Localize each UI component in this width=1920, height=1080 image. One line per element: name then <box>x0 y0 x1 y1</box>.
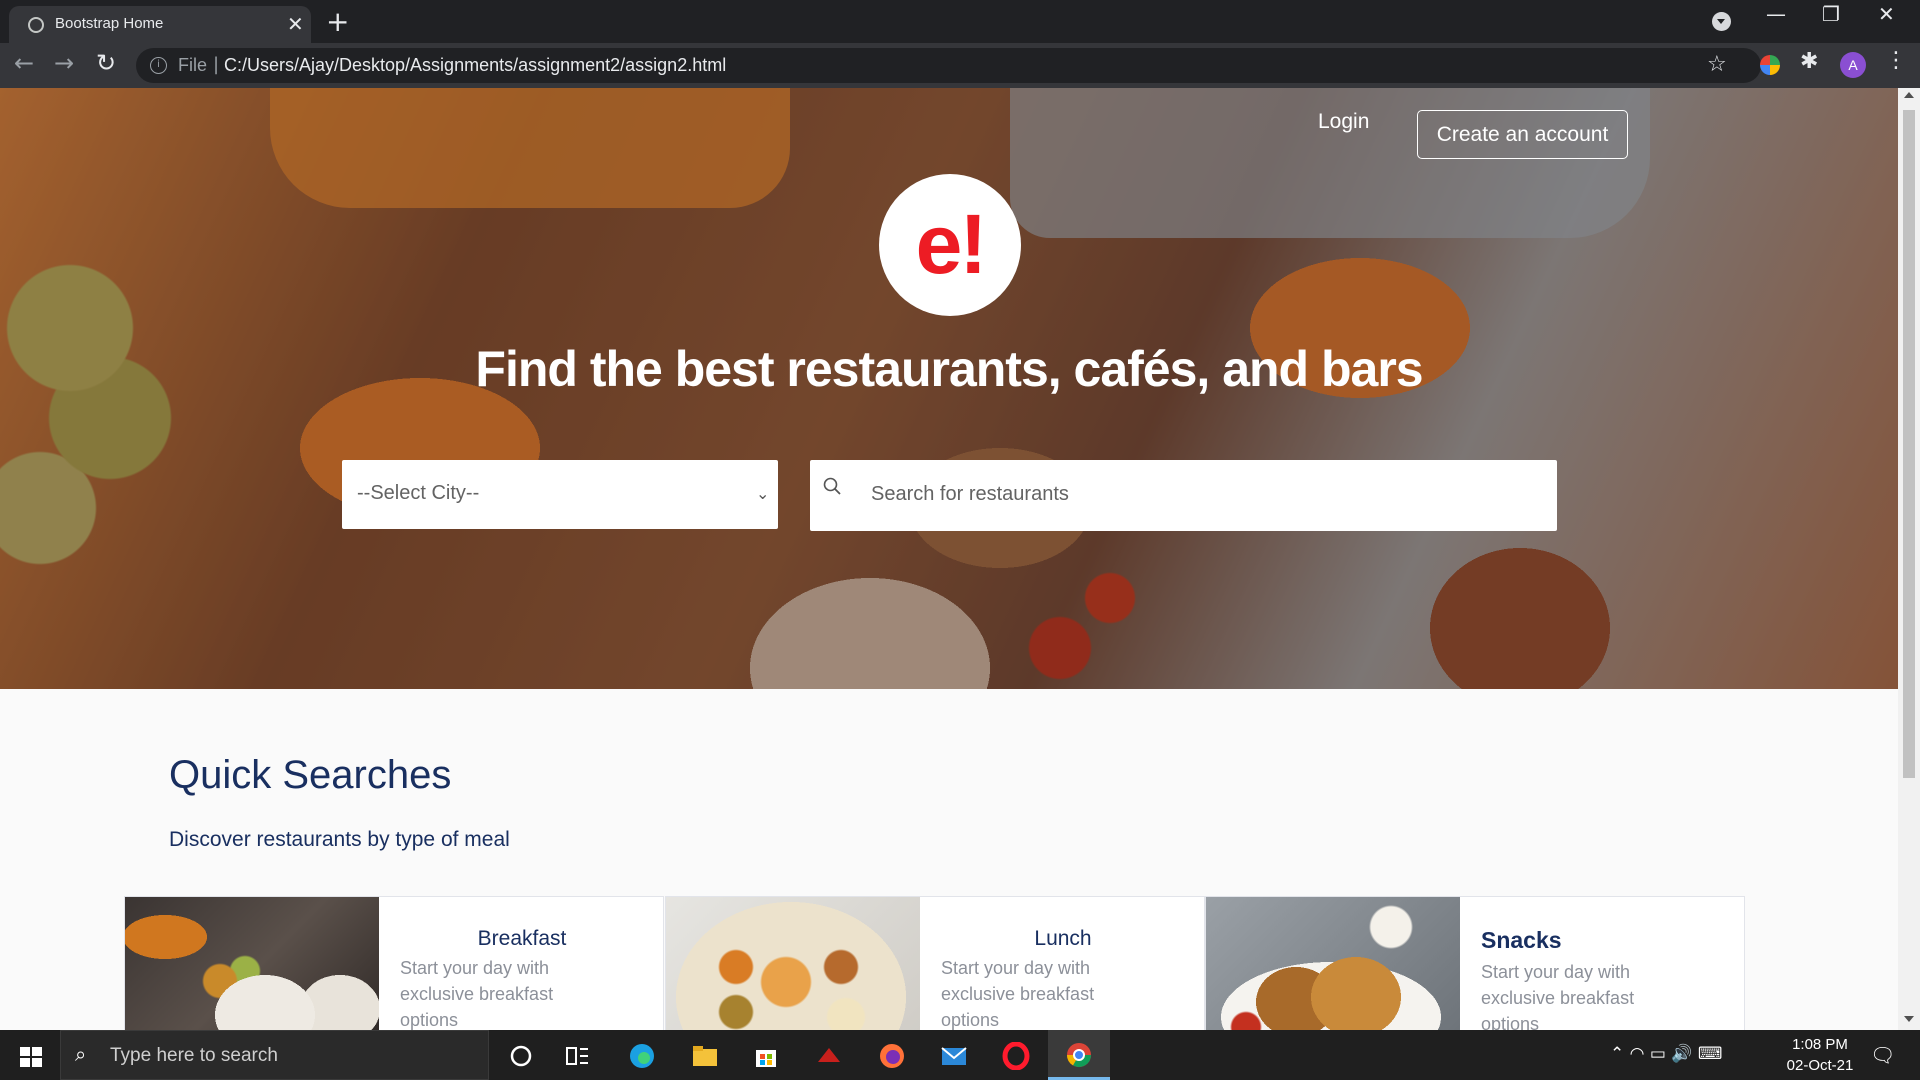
chrome-icon <box>1067 1043 1091 1068</box>
opera-icon[interactable] <box>1002 1042 1030 1070</box>
store-icon[interactable] <box>752 1042 780 1070</box>
lunch-image <box>666 897 920 1030</box>
meal-card-title: Breakfast <box>477 927 567 950</box>
tab-close-icon[interactable]: ✕ <box>287 12 304 36</box>
chevron-down-icon: ⌄ <box>756 484 770 503</box>
address-bar[interactable]: i File | C:/Users/Ajay/Desktop/Assignmen… <box>136 48 1761 83</box>
notification-icon[interactable]: 🗨 <box>1870 1043 1895 1067</box>
hero-section: Login Create an account e! Find the best… <box>0 88 1898 689</box>
mail-icon[interactable] <box>940 1042 968 1070</box>
section-subtitle: Discover restaurants by type of meal <box>169 828 510 851</box>
task-view-icon[interactable] <box>563 1042 591 1070</box>
reload-button[interactable]: ↻ <box>96 49 116 77</box>
scheme-label: File <box>178 55 208 75</box>
window-close-button[interactable]: ✕ <box>1878 2 1895 26</box>
meal-card-title: Snacks <box>1481 927 1562 953</box>
create-account-button[interactable]: Create an account <box>1417 110 1628 159</box>
scroll-up-arrow-icon[interactable] <box>1904 92 1914 98</box>
forward-button[interactable]: → <box>54 49 74 77</box>
globe-icon <box>28 17 44 33</box>
back-button[interactable]: ← <box>14 49 34 77</box>
minimize-button[interactable]: — <box>1766 2 1786 26</box>
search-icon <box>823 477 841 495</box>
browser-menu-icon[interactable]: ⋮ <box>1885 48 1907 73</box>
meal-card-lunch[interactable]: Lunch Start your day with exclusive brea… <box>665 896 1205 1030</box>
hero-headline: Find the best restaurants, cafés, and ba… <box>475 341 1423 397</box>
meal-card-description: Start your day with exclusive breakfast … <box>400 958 554 1030</box>
browser-tab[interactable]: Bootstrap Home ✕ <box>9 6 311 43</box>
city-select[interactable]: --Select City-- ⌄ <box>342 460 778 529</box>
scrollbar-thumb[interactable] <box>1903 110 1915 778</box>
profile-avatar[interactable]: A <box>1840 52 1866 78</box>
browser-toolbar: ← → ↻ i File | C:/Users/Ajay/Desktop/Ass… <box>0 43 1920 88</box>
firefox-icon[interactable] <box>878 1042 906 1070</box>
snacks-image <box>1206 897 1460 1030</box>
windows-taskbar: ⌕ Type here to search ⌃ ◠ ▭ 🔊 ⌨ 1:08 PM … <box>0 1030 1920 1080</box>
taskbar-search-box[interactable]: ⌕ Type here to search <box>60 1030 489 1080</box>
meal-card-snacks[interactable]: Snacks Start your day with exclusive bre… <box>1205 896 1745 1030</box>
search-placeholder: Search for restaurants <box>871 483 1069 505</box>
clock-date: 02-Oct-21 <box>1786 1057 1854 1074</box>
cortana-icon[interactable] <box>507 1042 535 1070</box>
extensions-puzzle-icon[interactable]: ✱ <box>1800 49 1818 74</box>
brand-logo: e! <box>879 174 1021 316</box>
scroll-down-arrow-icon[interactable] <box>1904 1016 1914 1022</box>
info-icon[interactable]: i <box>150 57 167 74</box>
game-app-icon[interactable] <box>815 1042 843 1070</box>
edge-icon[interactable] <box>628 1042 656 1070</box>
taskbar-clock[interactable]: 1:08 PM 02-Oct-21 <box>1770 1034 1870 1076</box>
section-title: Quick Searches <box>169 753 452 797</box>
file-explorer-icon[interactable] <box>691 1042 719 1070</box>
city-select-value: --Select City-- <box>357 482 480 504</box>
clock-time: 1:08 PM <box>1792 1036 1848 1053</box>
taskbar-active-chrome[interactable] <box>1048 1030 1110 1080</box>
system-tray-icons[interactable]: ⌃ ◠ ▭ 🔊 ⌨ <box>1610 1044 1722 1064</box>
meal-card-description: Start your day with exclusive breakfast … <box>941 958 1095 1030</box>
meal-card-breakfast[interactable]: Breakfast Start your day with exclusive … <box>124 896 664 1030</box>
restaurant-search-input[interactable]: Search for restaurants <box>810 460 1557 531</box>
restore-button[interactable]: ❐ <box>1822 2 1840 26</box>
login-link[interactable]: Login <box>1318 110 1369 134</box>
url-text[interactable]: C:/Users/Ajay/Desktop/Assignments/assign… <box>224 55 726 76</box>
meal-card-title: Lunch <box>1034 927 1092 950</box>
breakfast-image <box>125 897 379 1030</box>
search-icon: ⌕ <box>75 1042 87 1066</box>
new-tab-button[interactable]: + <box>326 5 349 38</box>
windows-start-icon[interactable] <box>20 1047 42 1067</box>
scheme-separator: | <box>213 54 220 75</box>
page-scrollbar[interactable] <box>1898 88 1920 1030</box>
meal-card-description: Start your day with exclusive breakfast … <box>1481 962 1635 1030</box>
tab-title: Bootstrap Home <box>55 15 164 32</box>
web-page: Login Create an account e! Find the best… <box>0 88 1898 1030</box>
browser-tab-strip: Bootstrap Home ✕ + — ❐ ✕ <box>0 0 1920 43</box>
extension-icon[interactable] <box>1760 55 1780 75</box>
bookmark-star-icon[interactable]: ☆ <box>1707 52 1727 77</box>
tab-search-icon[interactable] <box>1712 12 1731 31</box>
taskbar-search-placeholder: Type here to search <box>110 1045 278 1066</box>
